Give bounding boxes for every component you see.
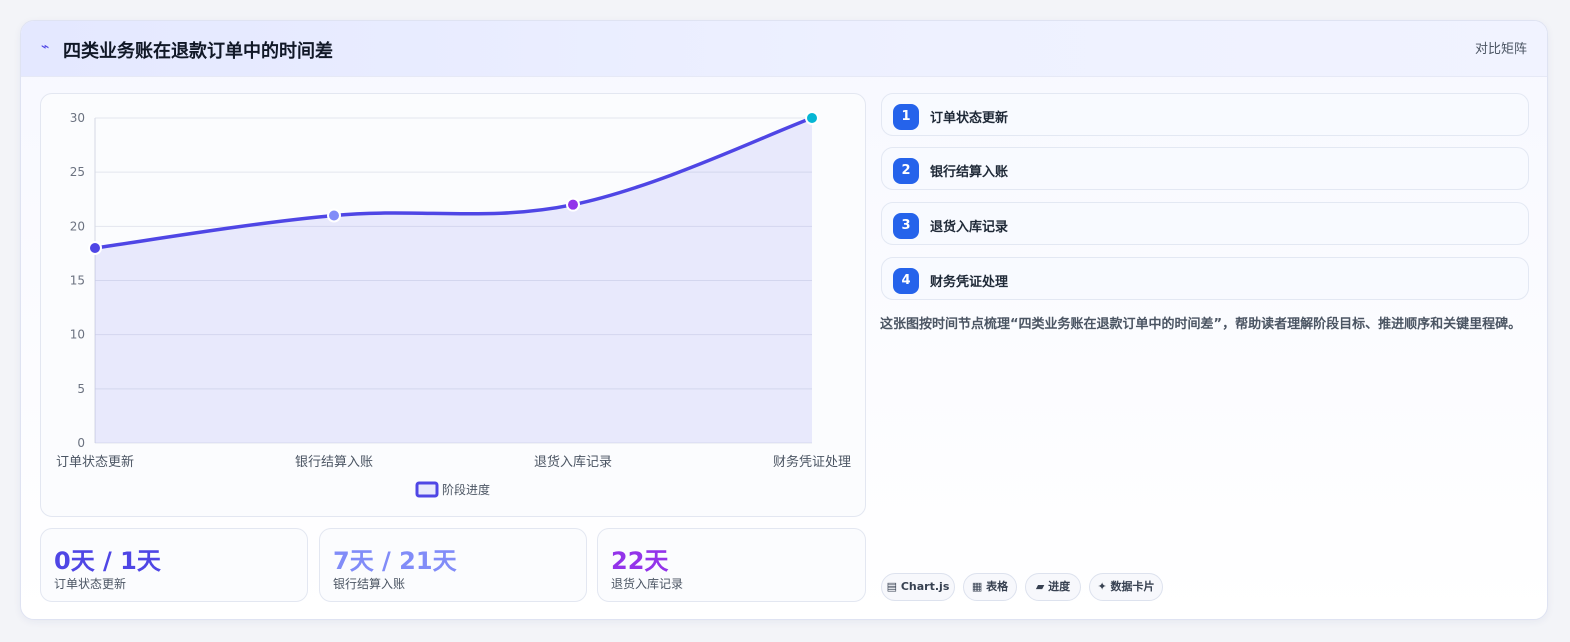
data-point (88, 241, 102, 255)
tag-label: Chart.js (900, 580, 950, 593)
table-icon: ▦ (971, 580, 983, 593)
legend-label: 阶段进度 (442, 482, 490, 497)
lightning-icon: ⌁ (41, 39, 50, 55)
x-tick-label: 银行结算入账 (295, 455, 373, 470)
sparkle-icon: ✦ (1097, 580, 1107, 593)
chart-icon: ▤ (886, 580, 898, 593)
data-point (805, 111, 819, 125)
step-label: 银行结算入账 (930, 165, 1009, 180)
stat-value: 22天 (611, 547, 669, 575)
x-tick-label: 订单状态更新 (56, 454, 134, 470)
legend-swatch (415, 481, 439, 498)
stat-label: 银行结算入账 (333, 577, 406, 591)
main-card: ⌁ 四类业务账在退款订单中的时间差 对比矩阵 0 5 10 15 20 25 30 订单状态更… (20, 20, 1548, 620)
card-header: ⌁ 四类业务账在退款订单中的时间差 对比矩阵 (21, 21, 1547, 77)
x-tick-label: 退货入库记录 (534, 454, 612, 470)
comparison-matrix-badge[interactable]: 对比矩阵 (1475, 38, 1527, 57)
y-tick-label: 10 (70, 328, 85, 342)
y-tick-label: 5 (77, 382, 85, 396)
chart-panel: 0 5 10 15 20 25 30 订单状态更新 银行结算入账 退货入库记录 财务凭证处理阶段进度 (40, 93, 866, 517)
step-label: 订单状态更新 (930, 111, 1009, 126)
data-point (566, 197, 580, 212)
tag-table[interactable]: ▦ 表格 (963, 573, 1017, 601)
step-number: 4 (893, 268, 919, 294)
tag-label: 表格 (986, 580, 1009, 593)
step-item-1[interactable]: 1 订单状态更新 (881, 93, 1529, 136)
stat-label: 退货入库记录 (611, 577, 684, 591)
description-text: 这张图按时间节点梳理“四类业务账在退款订单中的时间差”，帮助读者理解阶段目标、推… (880, 317, 1522, 332)
step-number: 1 (893, 104, 919, 130)
page-title: 四类业务账在退款订单中的时间差 (63, 41, 333, 62)
data-point (327, 208, 341, 223)
tag-progress[interactable]: ▰ 进度 (1025, 573, 1081, 601)
line-chart: 0 5 10 15 20 25 30 订单状态更新 银行结算入账 退货入库记录 财务凭证处理阶段进度 (56, 111, 851, 498)
stat-card-1: 0天 / 1天 订单状态更新 (40, 528, 308, 602)
x-tick-label: 财务凭证处理 (773, 454, 851, 470)
step-number: 2 (893, 158, 919, 184)
y-tick-label: 20 (70, 219, 85, 233)
tag-chartjs[interactable]: ▤ Chart.js (881, 573, 955, 601)
step-item-3[interactable]: 3 退货入库记录 (881, 202, 1529, 245)
step-item-2[interactable]: 2 银行结算入账 (881, 147, 1529, 190)
tag-data-card[interactable]: ✦ 数据卡片 (1089, 573, 1163, 601)
stat-value: 7天 / 21天 (333, 547, 457, 575)
area-fill (95, 118, 812, 443)
step-number: 3 (893, 213, 919, 239)
stat-card-2: 7天 / 21天 银行结算入账 (319, 528, 587, 602)
stat-value: 0天 / 1天 (54, 547, 161, 575)
y-tick-label: 0 (77, 436, 85, 450)
stat-label: 订单状态更新 (54, 577, 127, 591)
y-tick-label: 30 (70, 111, 85, 125)
tag-label: 进度 (1048, 580, 1071, 593)
step-label: 退货入库记录 (930, 220, 1009, 235)
tag-label: 数据卡片 (1110, 580, 1155, 593)
stat-card-3: 22天 退货入库记录 (597, 528, 866, 602)
step-item-4[interactable]: 4 财务凭证处理 (881, 257, 1529, 300)
y-tick-label: 15 (70, 274, 85, 288)
progress-icon: ▰ (1035, 580, 1045, 593)
step-label: 财务凭证处理 (930, 275, 1009, 290)
y-tick-label: 25 (70, 165, 85, 179)
